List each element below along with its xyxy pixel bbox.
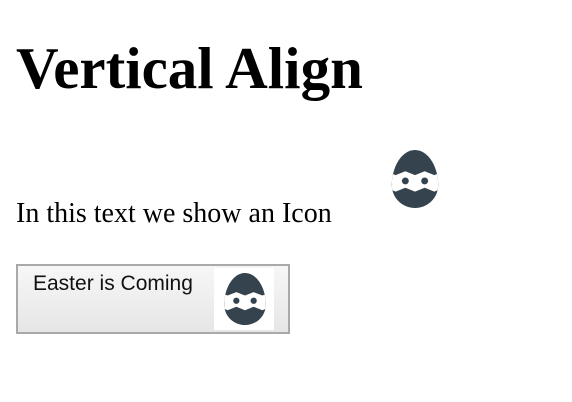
easter-button-icon-box: [214, 268, 274, 330]
easter-button[interactable]: Easter is Coming: [16, 264, 290, 334]
easter-egg-icon: [391, 150, 439, 208]
easter-egg-icon: [224, 273, 266, 325]
icon-text-line: In this text we show an Icon: [16, 188, 332, 240]
icon-text: In this text we show an Icon: [16, 198, 332, 229]
easter-button-label: Easter is Coming: [33, 272, 193, 295]
page-title: Vertical Align: [16, 35, 363, 101]
